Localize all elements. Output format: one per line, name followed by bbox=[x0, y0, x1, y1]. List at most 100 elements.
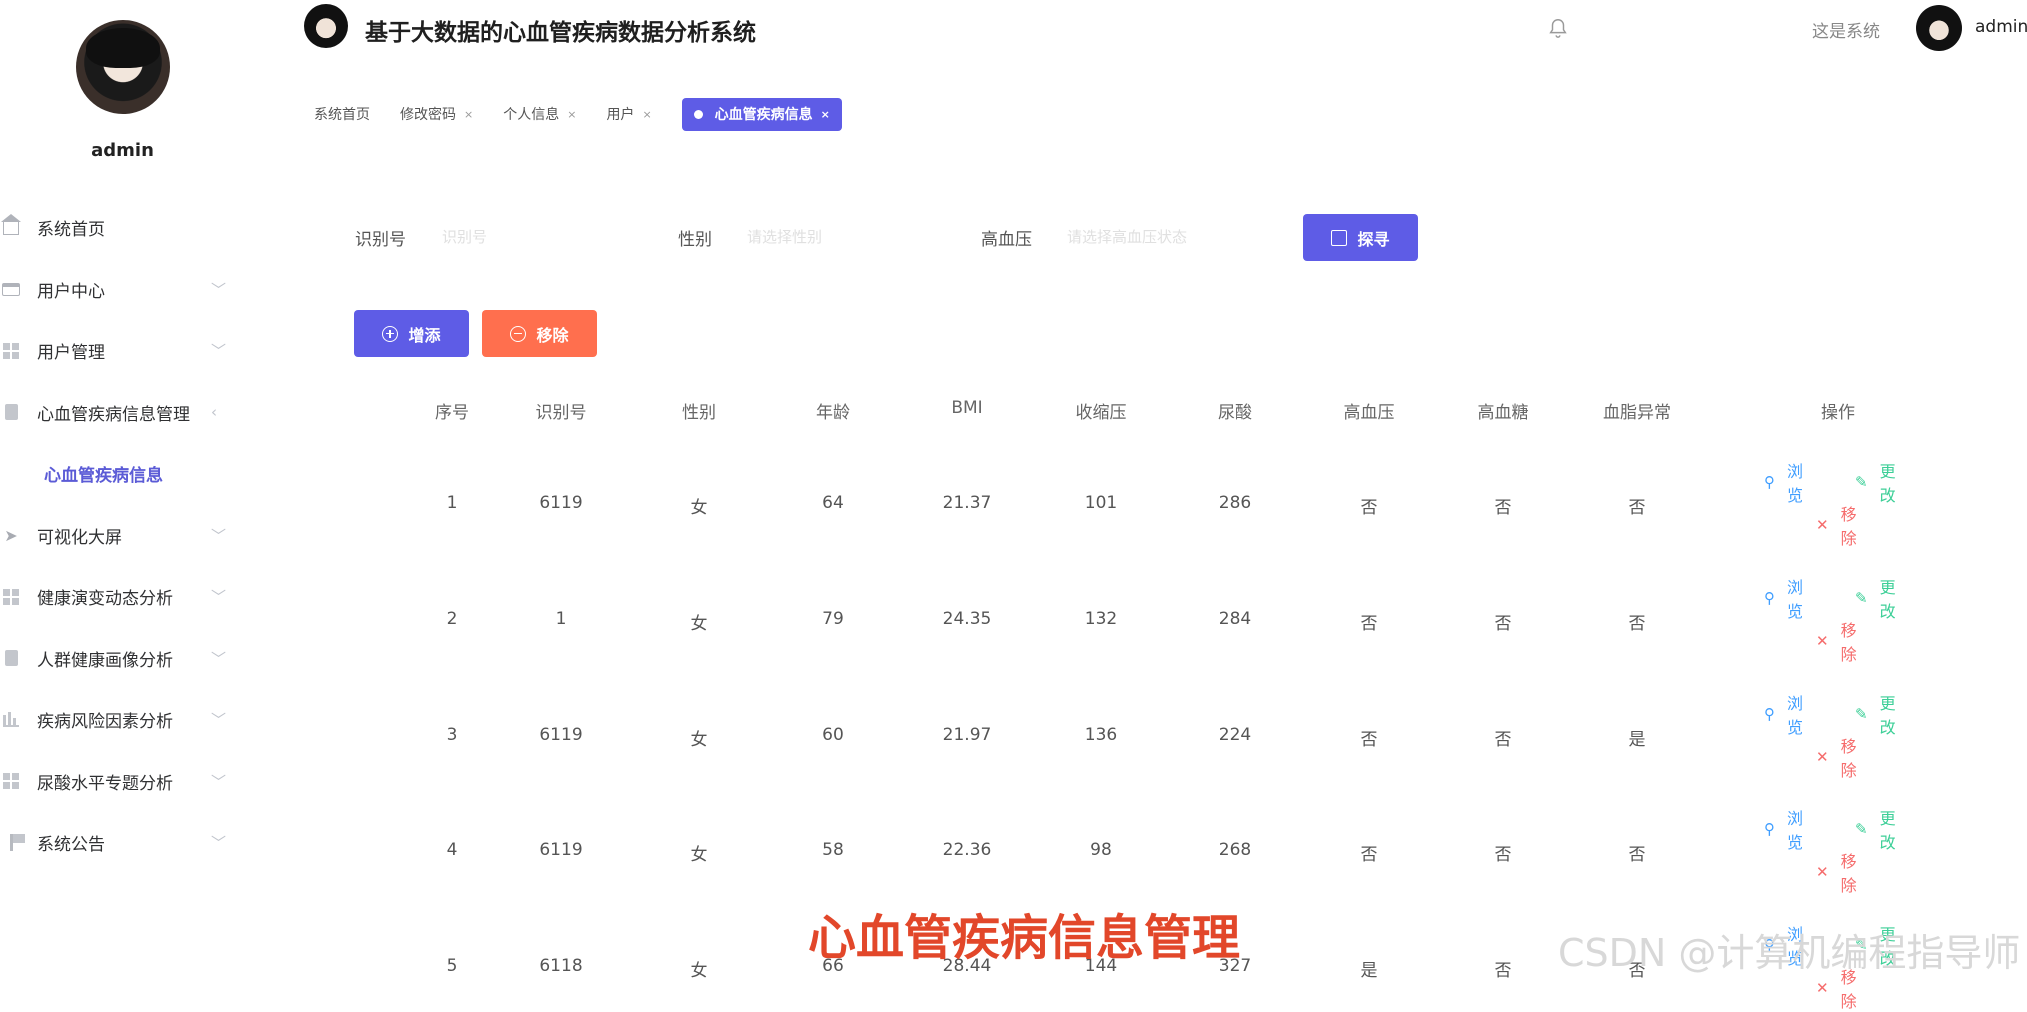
grid-icon bbox=[2, 588, 20, 606]
sidebar-item-label: 健康演变动态分析 bbox=[37, 589, 173, 610]
sidebar-item-label: 用户管理 bbox=[37, 343, 105, 364]
tab-label: 系统首页 bbox=[314, 107, 370, 123]
edit-action[interactable]: ✎ 更改 bbox=[1855, 574, 1896, 622]
user-name[interactable]: admin bbox=[1975, 17, 2027, 37]
bar-chart-icon bbox=[2, 711, 20, 729]
chevron-down-icon: ﹀ bbox=[211, 588, 227, 607]
sidebar-item-label: 尿酸水平专题分析 bbox=[37, 773, 173, 794]
chevron-down-icon: ﹀ bbox=[211, 649, 227, 668]
chevron-down-icon: ﹀ bbox=[211, 772, 227, 791]
gender-label: 性别 bbox=[678, 230, 712, 250]
edit-icon: ✎ bbox=[1855, 820, 1868, 838]
hypertension-select[interactable] bbox=[1065, 218, 1269, 256]
search-icon bbox=[1331, 229, 1348, 246]
delete-action[interactable]: ✕ 移除 bbox=[1816, 617, 1857, 665]
sidebar-menu: 系统首页 用户中心 ﹀ 用户管理 ﹀ 心血管疾病信息管理 ‹ 心血管疾病信息 ➤… bbox=[0, 197, 300, 874]
sidebar-subitem-cvd-info[interactable]: 心血管疾病信息 bbox=[0, 443, 300, 505]
chevron-down-icon: ﹀ bbox=[211, 280, 227, 299]
table-cell: 否 bbox=[1494, 845, 1512, 865]
table-cell: 98 bbox=[1090, 840, 1112, 860]
bell-icon[interactable] bbox=[1547, 16, 1569, 40]
delete-action[interactable]: ✕ 移除 bbox=[1816, 733, 1857, 781]
table-cell: 否 bbox=[1360, 614, 1378, 634]
sidebar-item-visual-screen[interactable]: ➤ 可视化大屏 ﹀ bbox=[0, 505, 300, 567]
close-icon: ✕ bbox=[1816, 516, 1829, 534]
sidebar: admin 系统首页 用户中心 ﹀ 用户管理 ﹀ 心血管疾病信息管理 ‹ 心血管… bbox=[0, 0, 300, 981]
edit-action[interactable]: ✎ 更改 bbox=[1855, 690, 1896, 738]
close-icon[interactable]: × bbox=[821, 108, 830, 121]
tab-cvd-info[interactable]: 心血管疾病信息 × bbox=[681, 97, 842, 131]
tab-profile[interactable]: 个人信息 × bbox=[503, 104, 576, 124]
search-button-label: 探寻 bbox=[1357, 231, 1390, 249]
view-action[interactable]: ⚲ 浏览 bbox=[1764, 574, 1803, 622]
active-dot-icon bbox=[693, 109, 703, 119]
view-action[interactable]: ⚲ 浏览 bbox=[1764, 690, 1803, 738]
table-header-cell: 操作 bbox=[1821, 403, 1855, 423]
tab-home[interactable]: 系统首页 bbox=[314, 104, 370, 124]
home-icon bbox=[1, 213, 21, 237]
delete-action[interactable]: ✕ 移除 bbox=[1816, 848, 1857, 896]
sidebar-item-cvd-management[interactable]: 心血管疾病信息管理 ‹ bbox=[0, 382, 300, 444]
table-cell: 64 bbox=[822, 493, 844, 513]
table-cell: 否 bbox=[1360, 498, 1378, 518]
add-button[interactable]: 增添 bbox=[354, 310, 469, 357]
table-cell: 3 bbox=[446, 725, 458, 745]
view-action[interactable]: ⚲ 浏览 bbox=[1764, 805, 1803, 853]
sidebar-avatar[interactable] bbox=[76, 20, 170, 114]
id-search-input[interactable] bbox=[440, 218, 644, 256]
table-cell: 22.36 bbox=[942, 840, 992, 860]
search-icon: ⚲ bbox=[1764, 705, 1775, 723]
sidebar-item-user-center[interactable]: 用户中心 ﹀ bbox=[0, 259, 300, 321]
search-icon: ⚲ bbox=[1764, 473, 1775, 491]
close-icon[interactable]: × bbox=[567, 108, 576, 121]
remove-button-label: 移除 bbox=[536, 325, 569, 345]
close-icon: ✕ bbox=[1816, 979, 1829, 997]
tab-label: 用户 bbox=[606, 107, 635, 123]
sidebar-item-announcements[interactable]: 系统公告 ﹀ bbox=[0, 812, 300, 874]
user-avatar[interactable] bbox=[1916, 5, 1962, 51]
table-cell: 21.37 bbox=[942, 493, 992, 513]
close-icon: ✕ bbox=[1816, 632, 1829, 650]
table-cell: 6119 bbox=[539, 840, 583, 860]
view-action[interactable]: ⚲ 浏览 bbox=[1764, 458, 1803, 506]
view-action-label: 浏览 bbox=[1787, 809, 1804, 852]
table-cell: 1 bbox=[446, 493, 458, 513]
search-button[interactable]: 探寻 bbox=[1303, 214, 1418, 261]
close-icon[interactable]: × bbox=[464, 108, 473, 121]
sidebar-item-label: 用户中心 bbox=[37, 281, 105, 302]
sidebar-item-population-profile[interactable]: 人群健康画像分析 ﹀ bbox=[0, 628, 300, 690]
sidebar-item-label: 系统公告 bbox=[37, 835, 105, 856]
gender-select[interactable] bbox=[745, 218, 949, 256]
table-cell: 否 bbox=[1494, 614, 1512, 634]
table-cell: 2 bbox=[446, 609, 458, 629]
edit-icon: ✎ bbox=[1855, 589, 1868, 607]
table-cell: 女 bbox=[690, 614, 708, 634]
edit-action[interactable]: ✎ 更改 bbox=[1855, 805, 1896, 853]
sidebar-item-label: 心血管疾病信息 bbox=[44, 466, 163, 487]
chevron-down-icon: ﹀ bbox=[211, 834, 227, 853]
sidebar-item-uric-acid[interactable]: 尿酸水平专题分析 ﹀ bbox=[0, 751, 300, 813]
tab-user[interactable]: 用户 × bbox=[606, 104, 651, 124]
sidebar-item-health-dynamics[interactable]: 健康演变动态分析 ﹀ bbox=[0, 566, 300, 628]
table-cell: 286 bbox=[1218, 493, 1252, 513]
sidebar-item-risk-factors[interactable]: 疾病风险因素分析 ﹀ bbox=[0, 689, 300, 751]
edit-action[interactable]: ✎ 更改 bbox=[1855, 458, 1896, 506]
table-cell: 否 bbox=[1628, 498, 1646, 518]
system-link[interactable]: 这是系统 bbox=[1812, 17, 1880, 42]
delete-action[interactable]: ✕ 移除 bbox=[1816, 501, 1857, 549]
chevron-left-icon: ‹ bbox=[211, 403, 217, 422]
delete-action-label: 移除 bbox=[1840, 505, 1857, 548]
table-cell: 6118 bbox=[539, 956, 583, 976]
tab-change-password[interactable]: 修改密码 × bbox=[400, 104, 473, 124]
sidebar-item-home[interactable]: 系统首页 bbox=[0, 197, 300, 259]
sidebar-item-label: 可视化大屏 bbox=[37, 527, 122, 548]
send-icon: ➤ bbox=[4, 525, 18, 545]
sidebar-item-user-management[interactable]: 用户管理 ﹀ bbox=[0, 320, 300, 382]
remove-button[interactable]: 移除 bbox=[482, 310, 597, 357]
table-header-cell: 血脂异常 bbox=[1603, 403, 1671, 423]
table-cell: 女 bbox=[690, 845, 708, 865]
delete-action-label: 移除 bbox=[1840, 852, 1857, 895]
table-cell: 女 bbox=[690, 730, 708, 750]
close-icon[interactable]: × bbox=[642, 108, 651, 121]
table-cell: 132 bbox=[1084, 609, 1118, 629]
